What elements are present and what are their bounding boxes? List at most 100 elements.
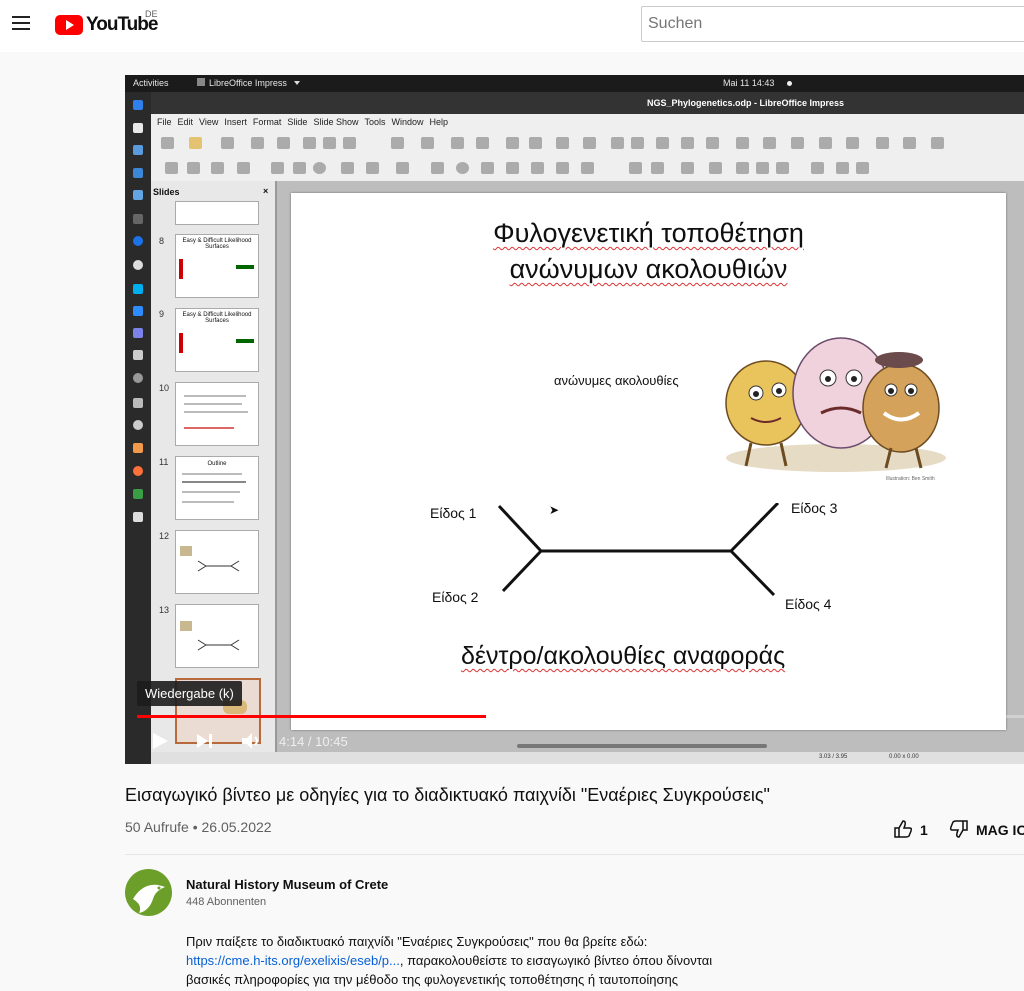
app-icon <box>133 190 143 200</box>
toolbar-icon <box>819 137 832 149</box>
youtube-play-icon <box>55 15 83 35</box>
description-link[interactable]: https://cme.h-its.org/exelixis/eseb/p... <box>186 953 400 968</box>
menu-slide: Slide <box>287 117 308 127</box>
youtube-logo[interactable]: YouTube <box>55 14 158 36</box>
video-player[interactable]: Activities LibreOffice Impress Mai 11 14… <box>125 75 1024 764</box>
zoom-icon <box>187 162 200 174</box>
app-icon <box>133 350 143 360</box>
toolbar-icon <box>251 137 264 149</box>
slides-panel: Slides × 8 Easy & Difficult Likelihood S… <box>151 181 275 764</box>
toolbar-icon <box>736 137 749 149</box>
drawing-toolbar <box>151 156 1024 181</box>
phylogenetic-tree <box>497 503 780 597</box>
fontwork-icon <box>656 137 669 149</box>
app-icon <box>133 420 143 430</box>
slide-number: 10 <box>159 383 170 393</box>
slide-thumbnail: Easy & Difficult Likelihood Surfaces <box>175 308 259 372</box>
volume-icon[interactable] <box>240 731 262 751</box>
thumbnail-title: Outline <box>207 461 227 467</box>
rotate-icon <box>629 162 642 174</box>
connector-icon <box>396 162 409 174</box>
magic-button[interactable]: MAG IC <box>976 822 1024 838</box>
dislike-icon[interactable] <box>949 820 969 838</box>
status-position: 3.03 / 3.95 <box>819 754 848 760</box>
description-line2: https://cme.h-its.org/exelixis/eseb/p...… <box>186 951 756 970</box>
callout-icon <box>531 162 544 174</box>
toolbar-icon <box>161 137 174 149</box>
next-icon[interactable] <box>195 733 215 749</box>
divider <box>125 854 1024 855</box>
slide-number: 11 <box>159 457 169 467</box>
align-icon <box>651 162 664 174</box>
like-icon[interactable] <box>893 820 913 838</box>
rectangle-icon <box>293 162 306 174</box>
slide-thumbnail <box>175 382 259 446</box>
toolbar-icon <box>221 137 234 149</box>
app-icon <box>133 260 143 270</box>
horizontal-scrollbar <box>517 744 767 748</box>
thumbnail-line <box>182 473 242 475</box>
chart-icon <box>583 137 596 149</box>
toolbar-icon <box>791 137 804 149</box>
toolbar-icon <box>706 137 719 149</box>
play-tooltip: Wiedergabe (k) <box>137 681 242 706</box>
menu-insert: Insert <box>224 117 247 127</box>
calc-icon <box>133 489 143 499</box>
search-input[interactable] <box>641 6 1024 42</box>
print-icon <box>277 137 290 149</box>
menu-window: Window <box>391 117 424 127</box>
chrome-icon <box>133 100 143 110</box>
arrange-icon <box>681 162 694 174</box>
thumbnail-bar <box>179 333 183 353</box>
top-bar: YouTube DE <box>0 0 1024 52</box>
special-character-icon <box>631 137 644 149</box>
text-icon <box>211 162 224 174</box>
curve-icon <box>366 162 379 174</box>
subscriber-count: 448 Abonnenten <box>186 896 267 908</box>
teams-icon <box>133 328 143 338</box>
thumbnail-line <box>184 411 248 413</box>
app-icon <box>133 145 143 155</box>
app-icon <box>133 373 143 383</box>
document-icon <box>133 512 143 522</box>
ellipse-icon <box>313 162 326 174</box>
play-icon[interactable] <box>151 732 169 750</box>
slide-editor: Φυλογενετική τοποθέτηση ανώνυμων ακολουθ… <box>277 181 1024 764</box>
toolbar-icon <box>876 137 889 149</box>
species-2-label: Είδος 2 <box>432 589 479 605</box>
progress-played <box>137 715 487 718</box>
thumbnail-title: Easy & Difficult Likelihood Surfaces <box>182 312 252 324</box>
impress-icon <box>133 443 143 453</box>
app-menu: LibreOffice Impress <box>209 78 287 88</box>
activities-button: Activities <box>133 78 169 88</box>
like-count[interactable]: 1 <box>920 822 928 838</box>
thumbnail-line <box>184 395 246 397</box>
flowchart-icon <box>506 162 519 174</box>
line-icon <box>271 162 284 174</box>
species-4-label: Είδος 4 <box>785 596 832 612</box>
illustration-credit: Illustration: Ben Smith <box>886 476 935 482</box>
thumbnail-line <box>182 501 234 503</box>
menu-icon[interactable] <box>12 16 30 30</box>
grid-icon <box>506 137 519 149</box>
tree-branch-species4 <box>729 549 776 597</box>
menu-view: View <box>199 117 219 127</box>
toolbar-icon <box>763 137 776 149</box>
slide-thumbnail <box>175 201 259 225</box>
channel-avatar[interactable] <box>125 869 172 916</box>
menu-help: Help <box>429 117 449 127</box>
thumbnail-tree <box>180 621 240 651</box>
description-line2-text: , παρακολουθείστε το εισαγωγικό βίντεο ό… <box>399 953 713 968</box>
progress-bar[interactable] <box>137 715 1024 718</box>
close-icon: × <box>263 186 269 196</box>
anonymous-sequences-label: ανώνυμες ακολουθίες <box>554 373 679 388</box>
spelling-icon <box>476 137 489 149</box>
find-icon <box>451 137 464 149</box>
status-size: 0.00 x 0.00 <box>889 754 919 760</box>
channel-name[interactable]: Natural History Museum of Crete <box>186 877 388 892</box>
slide-canvas: Φυλογενετική τοποθέτηση ανώνυμων ακολουθ… <box>291 193 1006 730</box>
thumbnail-line <box>184 427 234 429</box>
slide-number: 13 <box>159 605 170 615</box>
filter-icon <box>776 162 789 174</box>
open-icon <box>189 137 202 149</box>
